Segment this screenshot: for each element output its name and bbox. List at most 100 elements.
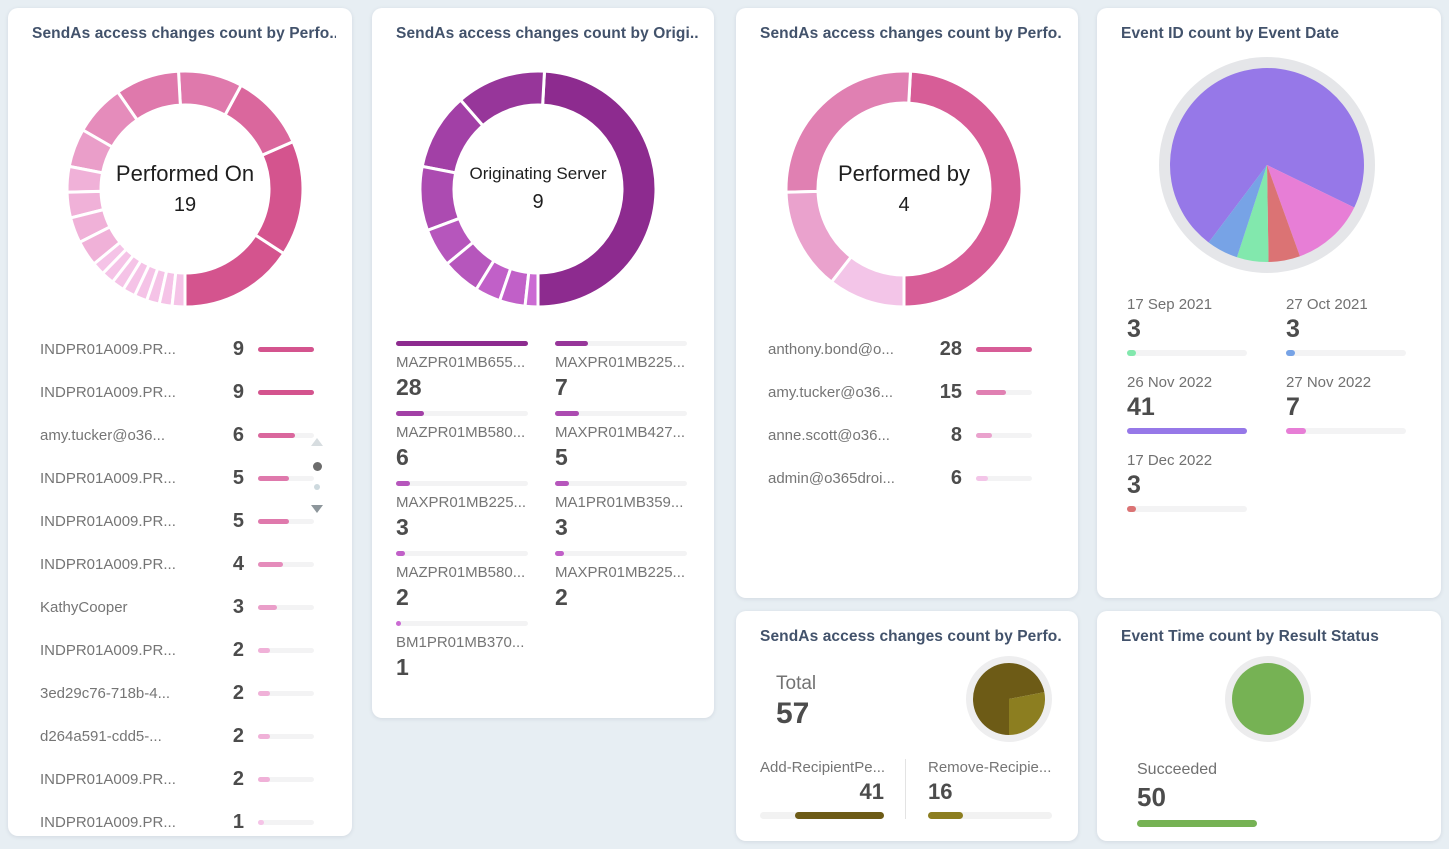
card-title: Event ID count by Event Date [1121,25,1425,43]
item-bar-fill [258,519,289,524]
item-label: INDPR01A009.PR... [40,470,202,487]
item-bar-fill [976,347,1032,352]
list-item[interactable]: d264a591-cdd5-...2 [40,715,314,758]
originating-server-donut-chart[interactable] [418,69,658,309]
grid-item[interactable]: 17 Dec 20223 [1127,452,1247,510]
card-permission-type: SendAs access changes count by Perfo... … [736,611,1078,841]
item-value: 2 [202,725,244,748]
item-bar-fill [1127,428,1247,434]
grid-item[interactable]: MA1PR01MB359...3 [555,481,687,533]
item-bar [555,341,687,346]
list-item[interactable]: INDPR01A009.PR...5 [40,457,314,500]
pager-down-icon[interactable] [311,505,323,513]
list-item[interactable]: amy.tucker@o36...15 [768,371,1032,414]
list-item[interactable]: INDPR01A009.PR...9 [40,371,314,414]
item-bar [1137,820,1257,827]
grid-item[interactable]: 26 Nov 202241 [1127,374,1247,432]
grid-item[interactable]: MAXPR01MB225...7 [555,341,687,393]
chart-segment[interactable] [1232,663,1304,735]
item-value: 41 [760,779,884,805]
event-date-pie-chart[interactable] [1157,55,1377,275]
pager-up-icon[interactable] [311,438,323,446]
summary-item[interactable]: Remove-Recipie...16 [905,759,1052,819]
grid-item[interactable]: MAXPR01MB225...2 [555,551,687,603]
item-label: MAXPR01MB427... [555,424,687,441]
pager-page-1-dot[interactable] [313,462,322,471]
chart-segment[interactable] [904,71,1022,307]
list-item[interactable]: INDPR01A009.PR...2 [40,758,314,801]
item-bar [1127,350,1247,356]
item-label: KathyCooper [40,599,202,616]
performed-by-list: anthony.bond@o...28amy.tucker@o36...15an… [768,328,1032,500]
item-bar-fill [928,812,963,819]
grid-item[interactable]: 27 Oct 20213 [1286,296,1406,354]
chart-segment[interactable] [255,142,303,254]
chart-segment[interactable] [525,272,538,307]
list-item[interactable]: INDPR01A009.PR...5 [40,500,314,543]
result-status-summary: Succeeded50 [1137,761,1257,827]
item-bar-fill [1286,428,1306,434]
list-item[interactable]: admin@o365droi...6 [768,457,1032,500]
list-item[interactable]: anthony.bond@o...28 [768,328,1032,371]
list-item[interactable]: INDPR01A009.PR...2 [40,629,314,672]
item-bar-fill [258,691,270,696]
item-label: Remove-Recipie... [928,759,1052,776]
summary-item[interactable]: Add-RecipientPe...41 [760,759,884,819]
item-bar [1127,428,1247,434]
grid-item[interactable]: MAZPR01MB580...6 [396,411,528,463]
grid-item[interactable]: MAXPR01MB427...5 [555,411,687,463]
item-value: 3 [202,596,244,619]
performed-by-donut-chart[interactable] [784,69,1024,309]
result-status-pie-chart[interactable] [1223,654,1313,744]
list-item[interactable]: INDPR01A009.PR...4 [40,543,314,586]
grid-item[interactable]: MAZPR01MB655...28 [396,341,528,393]
list-item[interactable]: 3ed29c76-718b-4...2 [40,672,314,715]
item-bar [258,777,314,782]
list-item[interactable]: anne.scott@o36...8 [768,414,1032,457]
grid-item[interactable]: 27 Nov 20227 [1286,374,1406,432]
chart-segment[interactable] [538,71,656,307]
grid-item[interactable]: 17 Sep 20213 [1127,296,1247,354]
list-item[interactable]: KathyCooper3 [40,586,314,629]
chart-segment[interactable] [185,235,284,307]
item-value: 5 [555,444,687,471]
card-performed-on: SendAs access changes count by Perfo... … [8,8,352,836]
item-bar-fill [1286,350,1295,356]
total-label: Total [776,673,816,695]
item-value: 2 [202,768,244,791]
item-label: INDPR01A009.PR... [40,513,202,530]
card-result-status: Event Time count by Result Status Succee… [1097,611,1441,841]
item-bar [976,347,1032,352]
grid-item[interactable]: MAXPR01MB225...3 [396,481,528,533]
item-label: MAZPR01MB655... [396,354,528,371]
item-bar-fill [1137,820,1257,827]
item-bar-fill [976,476,988,481]
item-value: 2 [202,639,244,662]
grid-item[interactable]: BM1PR01MB370...1 [396,621,528,673]
item-value: 8 [920,424,962,447]
list-item[interactable]: INDPR01A009.PR...1 [40,801,314,836]
item-label: d264a591-cdd5-... [40,728,202,745]
grid-item[interactable]: MAZPR01MB580...2 [396,551,528,603]
list-item[interactable]: INDPR01A009.PR...9 [40,328,314,371]
item-bar-fill [258,734,270,739]
item-bar [1286,350,1406,356]
item-value: 3 [1127,315,1247,344]
card-title: SendAs access changes count by Perfo... [760,628,1062,646]
item-label: admin@o365droi... [768,470,920,487]
item-value: 3 [1286,315,1406,344]
item-value: 5 [202,510,244,533]
card-event-date: Event ID count by Event Date 17 Sep 2021… [1097,8,1441,598]
item-value: 2 [202,682,244,705]
item-value: 28 [396,374,528,401]
chart-segment[interactable] [172,272,185,307]
item-bar [258,390,314,395]
pager-page-2-dot[interactable] [314,484,320,490]
item-label: MAZPR01MB580... [396,424,528,441]
permission-type-pie-icon[interactable] [964,654,1054,744]
chart-segment[interactable] [786,71,911,192]
list-item[interactable]: amy.tucker@o36...6 [40,414,314,457]
performed-on-donut-chart[interactable] [65,69,305,309]
item-bar [258,734,314,739]
item-label: MAXPR01MB225... [396,494,528,511]
